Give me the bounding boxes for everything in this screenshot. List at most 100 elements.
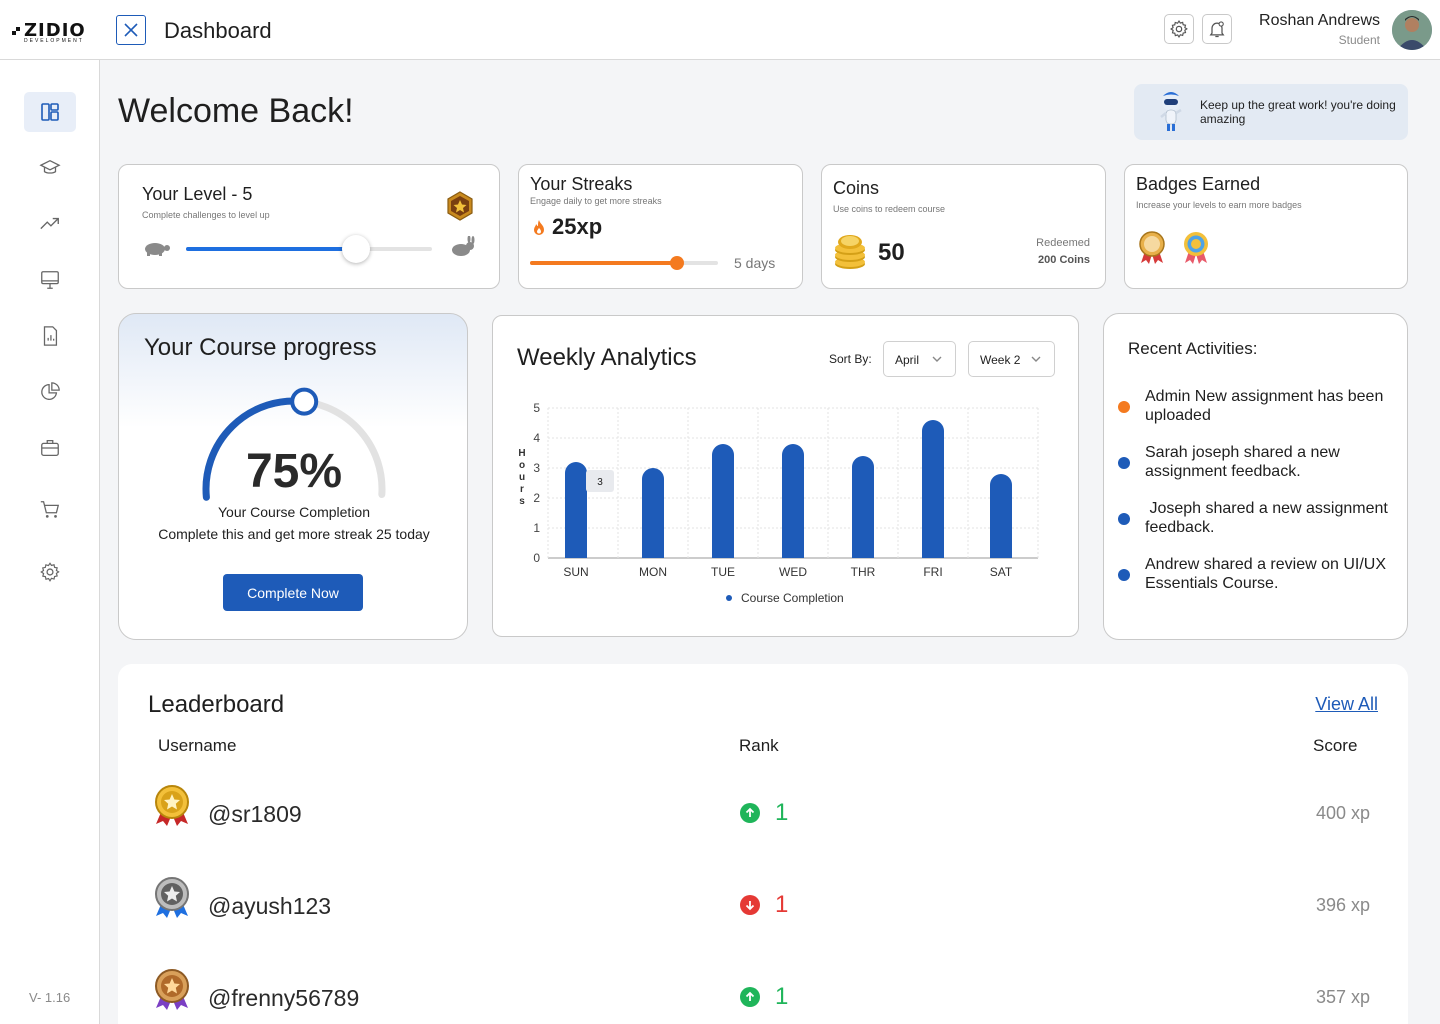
- sidebar-item-cart[interactable]: [24, 490, 76, 530]
- legend-marker: [726, 595, 732, 601]
- legend-label: Course Completion: [741, 591, 844, 605]
- sidebar: V- 1.16: [0, 60, 100, 1024]
- chart-bar-base: [782, 547, 804, 558]
- activity-item[interactable]: Andrew shared a review on UI/UX Essentia…: [1145, 555, 1397, 593]
- level-badge-icon: [447, 191, 473, 221]
- sidebar-item-statistics[interactable]: [24, 372, 76, 412]
- level-progress-thumb[interactable]: [341, 235, 370, 263]
- course-completion-label: Your Course Completion: [217, 504, 370, 520]
- motivation-toast: Keep up the great work! you're doing ama…: [1134, 84, 1408, 140]
- table-row[interactable]: @frenny56789 1 357 xp: [118, 968, 1408, 1024]
- chart-bar: [922, 420, 944, 558]
- streak-progress-thumb[interactable]: [669, 256, 684, 270]
- level-progress-fill: [186, 247, 356, 251]
- gold-medal-icon: [155, 785, 189, 826]
- report-icon: [43, 326, 58, 346]
- streaks-card: Your Streaks Engage daily to get more st…: [518, 164, 803, 289]
- course-progress-card: Your Course progress 75% Your Course Com…: [118, 313, 468, 640]
- x-tick-label: THR: [851, 565, 876, 579]
- streaks-subtitle: Engage daily to get more streaks: [530, 196, 662, 206]
- leaderboard-score: 396 xp: [1315, 895, 1370, 915]
- y-axis-label: o: [519, 460, 525, 471]
- column-header-score: Score: [1313, 736, 1358, 755]
- silver-medal-icon: [155, 877, 189, 918]
- complete-now-button[interactable]: Complete Now: [223, 574, 363, 611]
- leaderboard-username: @frenny56789: [208, 985, 360, 1011]
- avatar-image: [1392, 10, 1432, 50]
- trending-up-icon: [40, 217, 59, 230]
- course-description: Complete this and get more streak 25 tod…: [158, 526, 430, 542]
- user-name: Roshan Andrews: [1259, 12, 1380, 29]
- y-tick-label: 2: [533, 491, 540, 505]
- sidebar-item-reports[interactable]: [24, 316, 76, 356]
- view-all-link[interactable]: View All: [1315, 694, 1378, 715]
- bell-icon: [1209, 21, 1225, 38]
- sidebar-item-settings[interactable]: [24, 552, 76, 592]
- level-card: Your Level - 5 Complete challenges to le…: [118, 164, 500, 289]
- logo-subtext: DEVELOPMENT: [24, 38, 84, 44]
- streaks-days: 5 days: [734, 255, 776, 271]
- notifications-button[interactable]: [1202, 14, 1232, 44]
- chart-bar-base: [922, 547, 944, 558]
- chart-bar: [990, 474, 1012, 558]
- activity-item[interactable]: Admin New assignment has been uploaded: [1145, 387, 1397, 425]
- close-menu-button[interactable]: [116, 15, 146, 45]
- activity-dot: [1118, 569, 1130, 581]
- badges-title: Badges Earned: [1136, 174, 1261, 194]
- zidio-logo[interactable]: ZIDIO DEVELOPMENT: [12, 20, 92, 44]
- level-title: Your Level - 5: [142, 184, 253, 204]
- leaderboard-card: Leaderboard View All Username Rank Score…: [118, 664, 1408, 1024]
- activity-dot: [1118, 401, 1130, 413]
- top-header: ZIDIO DEVELOPMENT Dashboard Roshan Andre…: [0, 0, 1440, 60]
- sidebar-item-dashboard[interactable]: [24, 92, 76, 132]
- bronze-medal-icon: [155, 969, 189, 1010]
- column-header-username: Username: [158, 736, 237, 755]
- coins-title: Coins: [833, 178, 880, 198]
- leaderboard-rank: 1: [775, 799, 789, 826]
- settings-button[interactable]: [1164, 14, 1194, 44]
- gear-icon: [40, 562, 60, 582]
- table-row[interactable]: @sr1809 1 400 xp: [118, 784, 1408, 844]
- x-tick-label: TUE: [711, 565, 735, 579]
- graduation-cap-icon: [39, 159, 61, 174]
- coin-stack-icon: [835, 235, 865, 269]
- coins-card: Coins Use coins to redeem course 50 Rede…: [821, 164, 1106, 289]
- weekly-bar-chart: 0 1 2 3 4 5 Hours SUN MON TUE WED THR FRI SAT 3 Course …: [518, 401, 1039, 605]
- avatar[interactable]: [1392, 10, 1432, 50]
- logo-mark-icon: [12, 27, 20, 35]
- mascot-icon: [1160, 92, 1182, 131]
- leaderboard-rank: 1: [775, 983, 789, 1010]
- y-axis-label: u: [519, 472, 525, 483]
- coins-value: 50: [878, 239, 905, 266]
- sidebar-item-classroom[interactable]: [24, 260, 76, 300]
- activity-item[interactable]: Sarah joseph shared a new assignment fee…: [1145, 443, 1397, 481]
- course-percent: 75%: [245, 445, 343, 498]
- rabbit-icon: [452, 236, 475, 256]
- x-tick-label: FRI: [923, 565, 942, 579]
- streaks-xp: 25xp: [552, 214, 603, 239]
- x-tick-label: SAT: [990, 565, 1013, 579]
- sidebar-item-analytics[interactable]: [24, 204, 76, 244]
- badges-card: Badges Earned Increase your levels to ea…: [1124, 164, 1408, 289]
- activity-item[interactable]: Joseph shared a new assignment feedback.: [1145, 499, 1397, 537]
- table-row[interactable]: @ayush123 1 396 xp: [118, 876, 1408, 936]
- redeemed-label: Redeemed: [1036, 237, 1090, 249]
- leaderboard-username: @sr1809: [208, 801, 302, 827]
- sidebar-item-portfolio[interactable]: [24, 428, 76, 468]
- leaderboard-title: Leaderboard: [148, 691, 285, 718]
- streaks-title: Your Streaks: [530, 174, 633, 194]
- y-axis-label: H: [518, 448, 525, 459]
- chart-tooltip-value: 3: [597, 477, 603, 488]
- flame-icon: [534, 220, 544, 235]
- rank-up-icon: [740, 987, 760, 1007]
- chart-bar: [565, 462, 587, 558]
- version-label: V- 1.16: [29, 990, 71, 1005]
- dashboard-icon: [41, 103, 59, 121]
- leaderboard-score: 400 xp: [1315, 803, 1370, 823]
- chart-bar-base: [642, 547, 664, 558]
- redeemed-value: 200 Coins: [1038, 254, 1090, 266]
- sidebar-item-courses[interactable]: [24, 148, 76, 188]
- user-role: Student: [1338, 33, 1380, 47]
- x-tick-label: WED: [779, 565, 807, 579]
- streak-progress-fill: [530, 261, 677, 265]
